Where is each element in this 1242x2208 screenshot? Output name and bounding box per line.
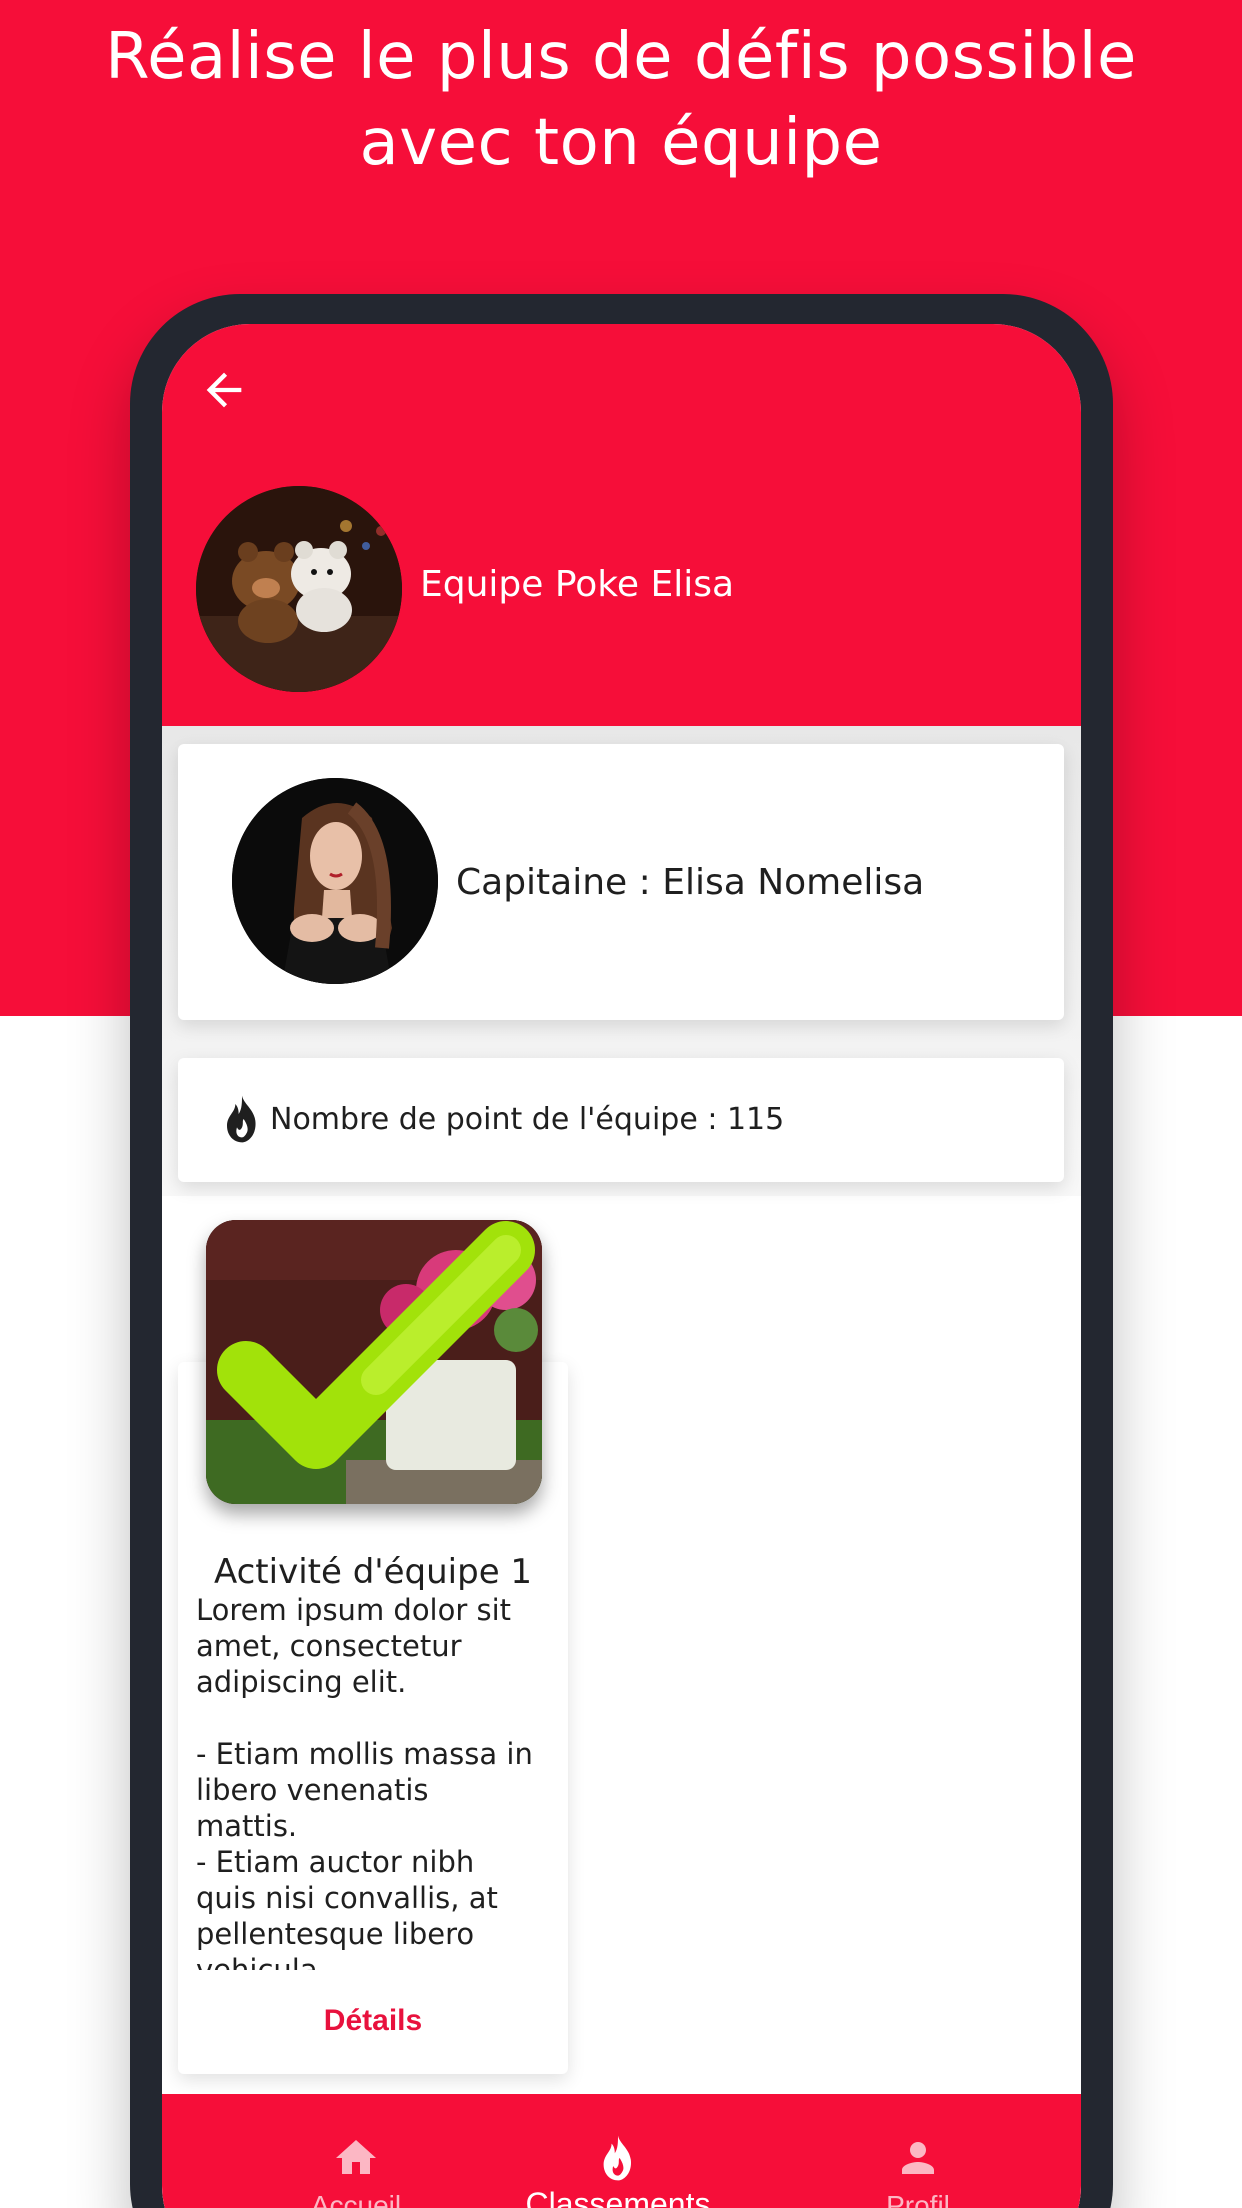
nav-label-profile: Profil [886, 2190, 950, 2208]
points-card: Nombre de point de l'équipe : 115 [178, 1058, 1064, 1182]
fire-icon [227, 1095, 256, 1143]
activity-description: Lorem ipsum dolor sit amet, consectetur … [196, 1593, 533, 1970]
activity-image [206, 1220, 542, 1504]
team-points-label: Nombre de point de l'équipe : 115 [270, 1102, 785, 1137]
headline-line-1: Réalise le plus de défis possible [105, 20, 1137, 94]
captain-avatar [232, 778, 438, 984]
fire-icon [603, 2135, 632, 2181]
captain-card[interactable]: Capitaine : Elisa Nomelisa [178, 744, 1064, 1020]
home-icon [336, 2140, 376, 2174]
person-icon [902, 2142, 934, 2174]
activity-title: Activité d'équipe 1 [213, 1552, 533, 1592]
nav-item-home[interactable]: Accueil [236, 2094, 476, 2208]
headline: Réalise le plus de défis possible avec t… [0, 14, 1242, 186]
nav-item-rankings[interactable]: Classements [498, 2094, 738, 2208]
arrow-back-icon [206, 372, 242, 408]
nav-label-home: Accueil [310, 2190, 402, 2208]
team-avatar [196, 486, 402, 692]
details-button[interactable]: Détails [178, 2004, 568, 2038]
headline-line-2: avec ton équipe [359, 106, 883, 180]
app-bar: Equipe Poke Elisa [162, 324, 1081, 726]
nav-label-rankings: Classements [525, 2186, 711, 2208]
bottom-navigation: Accueil Classements Profil [162, 2094, 1081, 2208]
nav-item-profile[interactable]: Profil [798, 2094, 1038, 2208]
back-button[interactable] [198, 364, 250, 416]
team-name: Equipe Poke Elisa [420, 564, 735, 605]
captain-label: Capitaine : Elisa Nomelisa [456, 862, 925, 903]
phone-screen: Equipe Poke Elisa Capitaine : Elisa Nome… [162, 324, 1081, 2208]
